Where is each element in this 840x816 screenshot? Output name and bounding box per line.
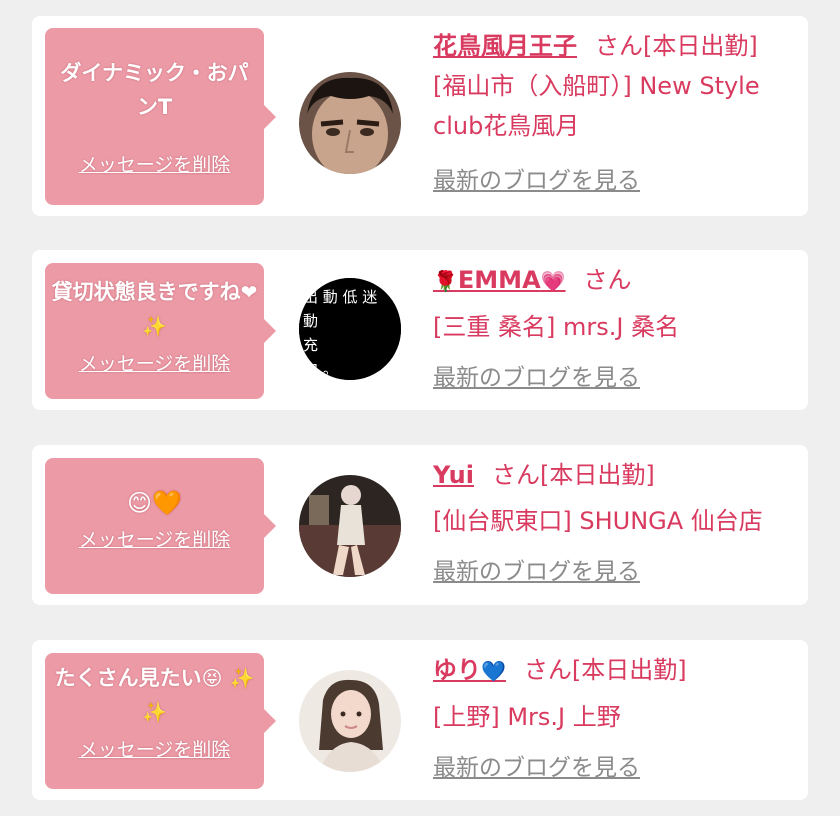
latest-blog-link[interactable]: 最新のブログを見る bbox=[433, 552, 640, 592]
message-text: たくさん見たい😝 ✨ ✨ bbox=[51, 661, 258, 729]
woman-portrait-photo-icon bbox=[299, 670, 401, 772]
smile-heart-icon: 😊🧡 bbox=[127, 489, 182, 517]
delete-message-link[interactable]: メッセージを削除 bbox=[79, 150, 231, 177]
list-item: 😊🧡 メッセージを削除 Yui さん[本日出勤] [仙台駅東口] SHUNGA 仙… bbox=[32, 445, 808, 605]
list-item: 貸切状態良きですね❤ ✨ メッセージを削除 出 動 低 迷 動 充 中 。 🌹E… bbox=[32, 250, 808, 410]
message-text: 貸切状態良きですね❤ ✨ bbox=[51, 275, 258, 343]
message-bubble: 😊🧡 メッセージを削除 bbox=[45, 458, 276, 594]
profile-name-link[interactable]: 花鳥風月王子 bbox=[433, 32, 577, 60]
delete-message-link[interactable]: メッセージを削除 bbox=[79, 349, 231, 376]
message-label: たくさん見たい bbox=[54, 666, 202, 690]
profile-name-text: ゆり bbox=[433, 656, 481, 684]
woman-sitting-photo-icon bbox=[299, 475, 401, 577]
avatar[interactable] bbox=[299, 670, 401, 772]
profile-name-link[interactable]: 🌹EMMA💗 bbox=[433, 266, 566, 294]
shop-name: [福山市（入船町）] New Style bbox=[433, 72, 760, 100]
list-item: たくさん見たい😝 ✨ ✨ メッセージを削除 ゆり💙 さん[本日出勤] [上野] M… bbox=[32, 640, 808, 800]
svg-text:動: 動 bbox=[303, 312, 318, 330]
profile-info: 🌹EMMA💗 さん [三重 桑名] mrs.J 桑名 最新のブログを見る bbox=[433, 260, 800, 398]
message-label: 貸切状態良きですね bbox=[51, 280, 241, 304]
list-item: ダイナミック・おパンT メッセージを削除 花鳥風月王子 さん[本日出勤] [福山市… bbox=[32, 16, 808, 216]
profile-info: Yui さん[本日出勤] [仙台駅東口] SHUNGA 仙台店 最新のブログを見る bbox=[433, 455, 800, 592]
profile-name-text: EMMA bbox=[457, 266, 541, 294]
latest-blog-link[interactable]: 最新のブログを見る bbox=[433, 748, 640, 788]
pink-heart-icon: 💗 bbox=[540, 269, 566, 293]
shop-name: [仙台駅東口] SHUNGA 仙台店 bbox=[433, 507, 763, 535]
status-text: さん[本日出勤] bbox=[491, 461, 655, 489]
message-bubble: たくさん見たい😝 ✨ ✨ メッセージを削除 bbox=[45, 653, 276, 789]
avatar[interactable] bbox=[299, 72, 401, 174]
svg-text:充: 充 bbox=[303, 336, 318, 354]
shop-name: [三重 桑名] mrs.J 桑名 bbox=[433, 313, 680, 341]
profile-name-link[interactable]: Yui bbox=[433, 461, 474, 489]
latest-blog-link[interactable]: 最新のブログを見る bbox=[433, 358, 640, 398]
delete-message-link[interactable]: メッセージを削除 bbox=[79, 735, 231, 762]
favorites-list: ダイナミック・おパンT メッセージを削除 花鳥風月王子 さん[本日出勤] [福山市… bbox=[0, 0, 840, 816]
blue-heart-icon: 💙 bbox=[481, 659, 506, 683]
svg-text:出 動 低 迷: 出 動 低 迷 bbox=[303, 288, 377, 306]
shop-name-cont: club花鳥風月 bbox=[433, 112, 580, 140]
message-text: ダイナミック・おパンT bbox=[60, 61, 249, 119]
profile-info: ゆり💙 さん[本日出勤] [上野] Mrs.J 上野 最新のブログを見る bbox=[433, 650, 800, 788]
message-bubble: 貸切状態良きですね❤ ✨ メッセージを削除 bbox=[45, 263, 276, 399]
latest-blog-link[interactable]: 最新のブログを見る bbox=[433, 161, 640, 201]
avatar[interactable] bbox=[299, 475, 401, 577]
svg-text:中 。: 中 。 bbox=[303, 360, 338, 378]
text-image-icon: 出 動 低 迷 動 充 中 。 bbox=[299, 278, 401, 380]
avatar[interactable]: 出 動 低 迷 動 充 中 。 bbox=[299, 278, 401, 380]
status-text: さん[本日出勤] bbox=[595, 32, 758, 60]
message-text: 😊🧡 bbox=[51, 486, 258, 521]
man-face-photo-icon bbox=[299, 72, 401, 174]
rose-icon: 🌹 bbox=[433, 269, 458, 293]
message-bubble: ダイナミック・おパンT メッセージを削除 bbox=[45, 28, 276, 205]
status-text: さん[本日出勤] bbox=[523, 656, 687, 684]
shop-name: [上野] Mrs.J 上野 bbox=[433, 703, 621, 731]
status-text: さん bbox=[583, 266, 632, 294]
profile-name-link[interactable]: ゆり💙 bbox=[433, 656, 506, 684]
profile-info: 花鳥風月王子 さん[本日出勤] [福山市（入船町）] New Style club… bbox=[433, 26, 800, 201]
delete-message-link[interactable]: メッセージを削除 bbox=[79, 525, 231, 552]
